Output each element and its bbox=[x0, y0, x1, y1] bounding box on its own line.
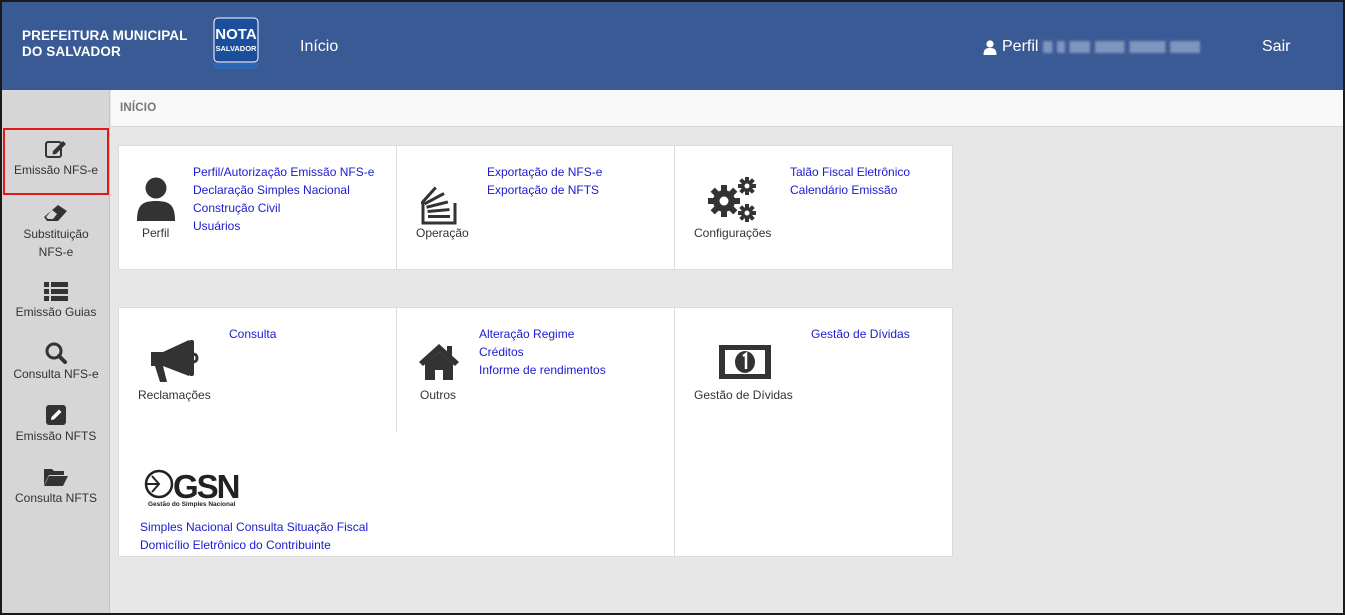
card-links: Alteração Regime Créditos Informe de ren… bbox=[479, 325, 606, 379]
profile-id-redacted bbox=[1043, 41, 1201, 53]
folder-open-icon bbox=[2, 466, 110, 488]
sidebar-item-substituicao-nfse[interactable]: Substituição NFS-e bbox=[2, 202, 110, 261]
link-calendario-emissao[interactable]: Calendário Emissão bbox=[790, 181, 910, 199]
stack-overflow-icon bbox=[419, 175, 461, 230]
link-talao-fiscal[interactable]: Talão Fiscal Eletrônico bbox=[790, 163, 910, 181]
link-gestao-dividas[interactable]: Gestão de Dívidas bbox=[811, 325, 910, 343]
card-outros: Outros Alteração Regime Créditos Informe… bbox=[396, 307, 675, 432]
profile-menu[interactable]: Perfil bbox=[983, 38, 1201, 56]
card-title: Gestão de Dívidas bbox=[694, 388, 793, 402]
sidebar-item-label: Consulta NFTS bbox=[14, 491, 98, 505]
svg-text:Gestão do Simples Nacional: Gestão do Simples Nacional bbox=[148, 501, 236, 508]
app-frame: PREFEITURA MUNICIPAL DO SALVADOR NOTA SA… bbox=[0, 0, 1345, 615]
bullhorn-icon bbox=[147, 338, 199, 389]
logout-link[interactable]: Sair bbox=[1262, 38, 1290, 56]
card-title: Operação bbox=[416, 226, 469, 240]
card-perfil: Perfil Perfil/Autorização Emissão NFS-e … bbox=[118, 145, 397, 270]
nav-home-link[interactable]: Início bbox=[300, 38, 338, 56]
card-title: Perfil bbox=[142, 226, 170, 240]
card-gsn: GSN Gestão do Simples Nacional Simples N… bbox=[118, 432, 675, 557]
card-title: Configurações bbox=[694, 226, 772, 240]
sidebar-item-emissao-nfse[interactable]: Emissão NFS-e bbox=[3, 128, 109, 195]
gears-icon bbox=[705, 175, 759, 228]
svg-text:SALVADOR: SALVADOR bbox=[216, 44, 258, 53]
sidebar-item-consulta-nfse[interactable]: Consulta NFS-e bbox=[2, 342, 110, 383]
svg-text:GSN: GSN bbox=[173, 468, 239, 505]
list-icon bbox=[2, 280, 110, 302]
top-header: PREFEITURA MUNICIPAL DO SALVADOR NOTA SA… bbox=[2, 2, 1343, 90]
home-icon bbox=[417, 342, 461, 387]
money-bill-icon bbox=[717, 342, 773, 387]
sidebar-item-label: Emissão NFTS bbox=[15, 429, 97, 443]
card-title: Outros bbox=[420, 388, 457, 402]
link-exportacao-nfse[interactable]: Exportação de NFS-e bbox=[487, 163, 602, 181]
breadcrumb-current: INÍCIO bbox=[120, 102, 157, 114]
edit-icon bbox=[5, 138, 107, 160]
card-links: Simples Nacional Consulta Situação Fisca… bbox=[140, 518, 368, 554]
link-consulta[interactable]: Consulta bbox=[229, 325, 276, 343]
search-icon bbox=[2, 342, 110, 364]
card-links: Talão Fiscal Eletrônico Calendário Emiss… bbox=[790, 163, 910, 199]
nota-salvador-logo[interactable]: NOTA SALVADOR bbox=[213, 17, 259, 71]
sidebar-item-emissao-nfts[interactable]: Emissão NFTS bbox=[2, 404, 110, 445]
card-reclamacoes: Reclamações Consulta bbox=[118, 307, 397, 432]
sidebar: Emissão NFS-e Substituição NFS-e Emissão… bbox=[2, 90, 110, 613]
card-configuracoes: Configurações Talão Fiscal Eletrônico Ca… bbox=[674, 145, 953, 270]
sidebar-item-consulta-nfts[interactable]: Consulta NFTS bbox=[2, 466, 110, 507]
sidebar-item-label: Consulta NFS-e bbox=[13, 367, 99, 381]
sidebar-item-label: Substituição NFS-e bbox=[23, 227, 89, 259]
link-construcao-civil[interactable]: Construção Civil bbox=[193, 199, 374, 217]
card-links: Exportação de NFS-e Exportação de NFTS bbox=[487, 163, 602, 199]
brand-title: PREFEITURA MUNICIPAL DO SALVADOR bbox=[22, 28, 188, 59]
pencil-square-icon bbox=[2, 404, 110, 426]
card-links: Perfil/Autorização Emissão NFS-e Declara… bbox=[193, 163, 374, 235]
sidebar-item-emissao-guias[interactable]: Emissão Guias bbox=[2, 280, 110, 321]
link-informe-rendimentos[interactable]: Informe de rendimentos bbox=[479, 361, 606, 379]
user-icon bbox=[137, 177, 175, 226]
svg-text:NOTA: NOTA bbox=[215, 26, 257, 43]
link-simples-consulta-situacao[interactable]: Simples Nacional Consulta Situação Fisca… bbox=[140, 518, 368, 536]
link-perfil-autorizacao[interactable]: Perfil/Autorização Emissão NFS-e bbox=[193, 163, 374, 181]
card-links: Gestão de Dívidas bbox=[811, 325, 910, 343]
breadcrumb: INÍCIO bbox=[111, 90, 1343, 127]
link-declaracao-simples[interactable]: Declaração Simples Nacional bbox=[193, 181, 374, 199]
user-icon bbox=[983, 39, 997, 55]
link-domicilio-eletronico[interactable]: Domicílio Eletrônico do Contribuinte bbox=[140, 536, 368, 554]
link-exportacao-nfts[interactable]: Exportação de NFTS bbox=[487, 181, 602, 199]
card-links: Consulta bbox=[229, 325, 276, 343]
sidebar-item-label: Emissão Guias bbox=[15, 305, 97, 319]
profile-label: Perfil bbox=[1002, 38, 1039, 55]
sidebar-item-label: Emissão NFS-e bbox=[13, 163, 99, 177]
card-title: Reclamações bbox=[138, 388, 211, 402]
link-alteracao-regime[interactable]: Alteração Regime bbox=[479, 325, 606, 343]
card-gestao-dividas: Gestão de Dívidas Gestão de Dívidas bbox=[674, 307, 953, 557]
eraser-icon bbox=[2, 202, 110, 224]
link-usuarios[interactable]: Usuários bbox=[193, 217, 374, 235]
card-operacao: Operação Exportação de NFS-e Exportação … bbox=[396, 145, 675, 270]
gsn-logo: GSN Gestão do Simples Nacional bbox=[143, 468, 253, 513]
link-creditos[interactable]: Créditos bbox=[479, 343, 606, 361]
